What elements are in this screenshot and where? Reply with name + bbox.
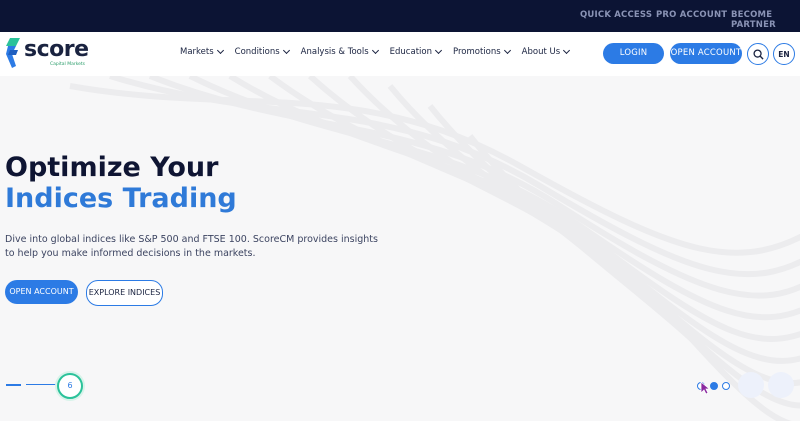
search-button[interactable] — [747, 43, 769, 65]
hero-description: Dive into global indices like S&P 500 an… — [5, 234, 378, 259]
hero-open-account-button[interactable]: OPEN ACCOUNT — [5, 280, 78, 304]
chevron-down-icon — [563, 46, 571, 54]
chevron-down-icon — [371, 46, 379, 54]
chevron-down-icon — [216, 46, 224, 54]
nav-item-about-us[interactable]: About Us — [521, 46, 571, 57]
main-header: score Capital Markets Markets Conditions… — [0, 32, 800, 76]
open-account-button[interactable]: OPEN ACCOUNT — [670, 43, 742, 64]
slider-progress-track — [26, 384, 58, 385]
nav-label: Analysis & Tools — [300, 47, 369, 57]
hero-title-line1: Optimize Your — [5, 152, 219, 183]
slider-next-button[interactable] — [768, 372, 794, 398]
explore-indices-button[interactable]: EXPLORE INDICES — [86, 280, 163, 306]
nav-label: Education — [389, 47, 432, 57]
primary-nav: Markets Conditions Analysis & Tools Educ… — [180, 46, 581, 57]
login-button[interactable]: LOGIN — [603, 43, 664, 64]
nav-label: About Us — [521, 47, 561, 57]
nav-item-education[interactable]: Education — [389, 46, 443, 57]
language-selector[interactable]: EN — [773, 43, 795, 65]
quick-access-link[interactable]: QUICK ACCESS — [580, 10, 652, 20]
chevron-down-icon — [282, 46, 290, 54]
logo-mark-icon — [6, 38, 20, 68]
search-icon — [752, 48, 764, 60]
chevron-down-icon — [503, 46, 511, 54]
slide-counter: 6 — [57, 373, 83, 399]
pro-account-link[interactable]: PRO ACCOUNT — [656, 10, 727, 20]
nav-label: Promotions — [452, 47, 501, 57]
slider-dot-2[interactable] — [710, 382, 718, 390]
nav-item-conditions[interactable]: Conditions — [234, 46, 290, 57]
brand-tagline: Capital Markets — [50, 62, 86, 67]
nav-item-markets[interactable]: Markets — [180, 46, 224, 57]
mouse-cursor-icon — [700, 381, 710, 395]
slider-prev-button[interactable] — [738, 372, 764, 398]
nav-label: Conditions — [234, 47, 280, 57]
hero-title-line2: Indices Trading — [5, 183, 237, 214]
brand-logo[interactable]: score Capital Markets — [6, 37, 89, 70]
nav-label: Markets — [180, 47, 214, 57]
top-bar: QUICK ACCESS PRO ACCOUNT BECOME PARTNER — [0, 0, 800, 32]
become-partner-link[interactable]: BECOME PARTNER — [731, 10, 800, 30]
slider-progress-active — [6, 384, 21, 386]
brand-name: score — [24, 37, 89, 62]
slider-dot-3[interactable] — [722, 382, 730, 390]
chevron-down-icon — [434, 46, 443, 54]
nav-item-promotions[interactable]: Promotions — [452, 46, 511, 57]
nav-item-analysis-tools[interactable]: Analysis & Tools — [300, 46, 379, 57]
